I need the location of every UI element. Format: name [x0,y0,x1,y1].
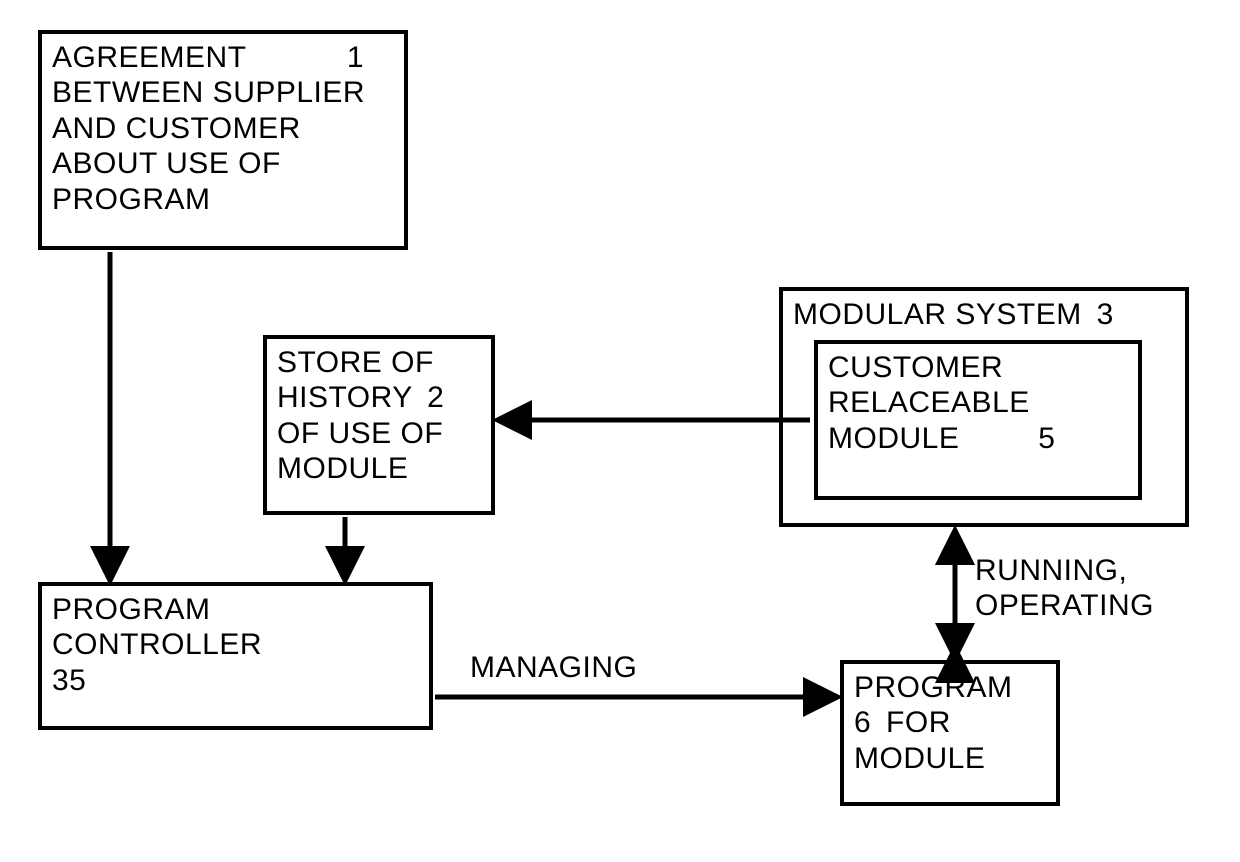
box-store-history: STORE OF HISTORY 2 OF USE OF MODULE [263,335,495,515]
box-program-for-module: PROGRAM 6 FOR MODULE [840,660,1060,806]
crm-line3a: MODULE [828,422,959,455]
modular-system-text: MODULAR SYSTEM [793,298,1082,331]
label-running-operating: RUNNING, OPERATING [975,553,1154,624]
program-module-line3: MODULE [854,742,985,775]
label-managing: MANAGING [470,650,637,685]
box-program-controller: PROGRAM CONTROLLER 35 [38,582,433,730]
controller-line1: PROGRAM [52,593,211,626]
crm-line2: RELACEABLE [828,386,1030,419]
crm-line1: CUSTOMER [828,351,1003,384]
agreement-line5: PROGRAM [52,183,211,216]
controller-line2: CONTROLLER [52,628,262,661]
store-line3: OF USE OF [277,417,443,450]
controller-num: 35 [52,664,86,697]
box-agreement: AGREEMENT 1 BETWEEN SUPPLIER AND CUSTOME… [38,30,408,250]
store-line1: STORE OF [277,346,434,379]
program-module-line1: PROGRAM [854,671,1013,704]
crm-num: 5 [1038,422,1055,455]
agreement-line1: AGREEMENT [52,41,247,74]
modular-system-num: 3 [1097,298,1114,331]
box-customer-replaceable-module: CUSTOMER RELACEABLE MODULE 5 [814,340,1142,500]
running-line2: OPERATING [975,589,1154,622]
store-num: 2 [427,381,444,414]
program-module-line2a: 6 [854,706,871,739]
agreement-line3: AND CUSTOMER [52,112,301,145]
agreement-num: 1 [347,40,364,75]
store-line4: MODULE [277,452,408,485]
program-module-line2b: FOR [886,706,951,739]
agreement-line2: BETWEEN SUPPLIER [52,76,365,109]
store-line2a: HISTORY [277,381,412,414]
agreement-line4: ABOUT USE OF [52,147,281,180]
running-line1: RUNNING, [975,554,1127,587]
